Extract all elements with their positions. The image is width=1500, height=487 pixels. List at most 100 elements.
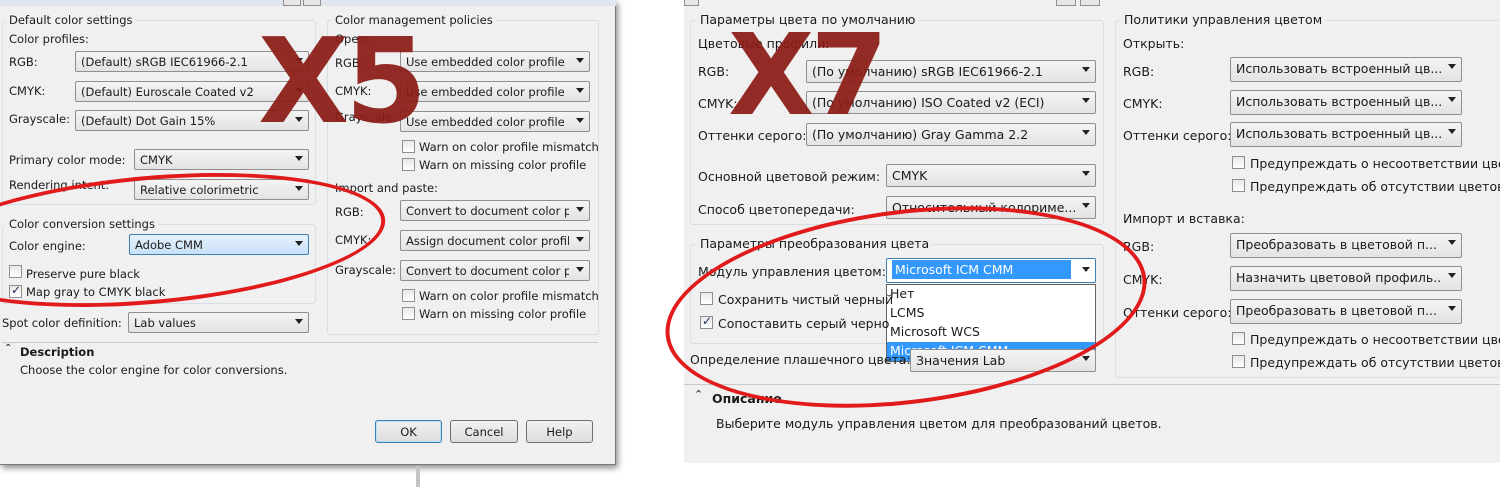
top-button-1[interactable] — [283, 0, 301, 6]
import-grayscale-dropdown[interactable]: Convert to document color p... — [400, 260, 590, 281]
import-grayscale-dropdown[interactable]: Преобразовать в цветовой п... — [1230, 299, 1462, 324]
open-warn-missing-checkbox[interactable] — [402, 158, 415, 171]
primary-color-mode-value: CMYK — [892, 168, 928, 183]
top-button-1[interactable] — [684, 0, 699, 6]
policy-rgb-dropdown[interactable]: Use embedded color profile — [400, 51, 590, 72]
import-cmyk-value: Assign document color profile — [406, 234, 569, 248]
rgb-profile-value: (Default) sRGB IEC61966-2.1 — [81, 55, 248, 69]
chevron-down-icon — [295, 156, 303, 161]
primary-color-mode-label: Основной цветовой режим: — [698, 169, 881, 184]
import-warn-mismatch-label: Предупреждать о несоответствии цвет — [1250, 332, 1500, 347]
policy-rgb-value: Использовать встроенный цв... — [1236, 61, 1441, 76]
import-grayscale-value: Преобразовать в цветовой п... — [1236, 303, 1437, 318]
primary-color-mode-label: Primary color mode: — [9, 153, 126, 167]
chevron-down-icon — [1448, 64, 1456, 69]
chevron-up-icon[interactable]: ⌃ — [694, 388, 703, 401]
open-warn-missing-label: Предупреждать об отсутствии цветово — [1250, 179, 1500, 194]
ok-button[interactable]: OK — [375, 420, 442, 443]
policy-grayscale-label: Оттенки серого: — [1123, 128, 1232, 143]
grayscale-label: Grayscale: — [9, 112, 70, 126]
policy-grayscale-dropdown[interactable]: Использовать встроенный цв... — [1230, 122, 1462, 147]
import-rgb-value: Преобразовать в цветовой п... — [1236, 237, 1437, 252]
import-warn-mismatch-checkbox[interactable] — [1232, 332, 1245, 345]
color-management-policies-title: Политики управления цветом — [1121, 12, 1326, 27]
import-warn-missing-label: Warn on missing color profile — [419, 307, 587, 321]
policy-rgb-label: RGB: — [1123, 64, 1155, 79]
import-paste-label: Импорт и вставка: — [1123, 211, 1245, 226]
cmyk-profile-value: (Default) Euroscale Coated v2 — [81, 85, 254, 99]
open-warn-missing-label: Warn on missing color profile — [419, 158, 587, 172]
policy-cmyk-value: Использовать встроенный цв... — [1236, 94, 1441, 109]
spot-color-definition-value: Lab values — [134, 316, 196, 330]
rgb-label: RGB: — [9, 55, 38, 69]
import-warn-mismatch-label: Warn on color profile mismatch — [419, 289, 599, 303]
import-rgb-value: Convert to document color p... — [406, 204, 569, 218]
open-label: Открыть: — [1123, 36, 1185, 51]
policy-cmyk-dropdown[interactable]: Использовать встроенный цв... — [1230, 90, 1462, 115]
top-button-2[interactable] — [303, 0, 321, 6]
import-grayscale-label: Оттенки серого: — [1123, 305, 1232, 320]
spot-color-definition-dropdown[interactable]: Lab values — [128, 312, 309, 333]
policy-cmyk-value: Use embedded color profile — [406, 85, 565, 99]
x7-version-mark: X7 — [728, 11, 888, 141]
import-cmyk-value: Назначить цветовой профиль... — [1236, 270, 1441, 285]
description-title: Description — [20, 345, 95, 359]
top-button-2[interactable] — [1056, 0, 1076, 6]
chevron-down-icon — [1082, 130, 1090, 135]
chevron-down-icon — [576, 267, 584, 272]
import-warn-missing-checkbox[interactable] — [402, 307, 415, 320]
chevron-down-icon — [1448, 97, 1456, 102]
import-grayscale-value: Convert to document color p... — [406, 264, 569, 278]
x5-version-mark: X5 — [258, 12, 427, 150]
primary-color-mode-dropdown[interactable]: CMYK — [886, 164, 1096, 187]
description-divider — [2, 342, 598, 343]
connector-line — [416, 466, 420, 487]
import-rgb-dropdown[interactable]: Преобразовать в цветовой п... — [1230, 233, 1462, 258]
chevron-down-icon — [1448, 240, 1456, 245]
import-warn-missing-label: Предупреждать об отсутствии цветово — [1250, 355, 1500, 370]
chevron-down-icon — [576, 88, 584, 93]
chevron-down-icon — [1448, 306, 1456, 311]
import-cmyk-dropdown[interactable]: Назначить цветовой профиль... — [1230, 266, 1462, 291]
chevron-down-icon — [576, 118, 584, 123]
spot-color-definition-label: Spot color definition: — [2, 316, 122, 330]
open-warn-mismatch-label: Предупреждать о несоответствии цвет — [1250, 156, 1500, 171]
import-warn-mismatch-checkbox[interactable] — [402, 289, 415, 302]
policy-grayscale-value: Использовать встроенный цв... — [1236, 126, 1441, 141]
top-button-3[interactable] — [1080, 0, 1100, 6]
primary-color-mode-value: CMYK — [140, 153, 173, 167]
rendering-intent-label: Способ цветопередачи: — [698, 202, 855, 217]
chevron-up-icon[interactable]: ⌃ — [4, 343, 12, 354]
description-text: Выберите модуль управления цветом для пр… — [716, 416, 1162, 431]
chevron-down-icon — [1448, 273, 1456, 278]
description-text: Choose the color engine for color conver… — [20, 363, 288, 377]
chevron-down-icon — [1082, 203, 1090, 208]
primary-color-mode-dropdown[interactable]: CMYK — [134, 149, 309, 170]
chevron-down-icon — [1082, 171, 1090, 176]
cancel-button[interactable]: Cancel — [450, 420, 518, 443]
import-warn-missing-checkbox[interactable] — [1232, 355, 1245, 368]
open-warn-missing-checkbox[interactable] — [1232, 179, 1245, 192]
import-cmyk-dropdown[interactable]: Assign document color profile — [400, 230, 590, 251]
import-grayscale-label: Grayscale: — [335, 263, 396, 277]
policy-grayscale-dropdown[interactable]: Use embedded color profile — [400, 111, 590, 132]
chevron-down-icon — [1082, 67, 1090, 72]
rgb-label: RGB: — [698, 64, 730, 79]
chevron-down-icon — [576, 58, 584, 63]
color-profiles-label: Color profiles: — [9, 32, 89, 46]
policy-rgb-dropdown[interactable]: Использовать встроенный цв... — [1230, 57, 1462, 82]
policy-rgb-value: Use embedded color profile — [406, 55, 565, 69]
import-rgb-dropdown[interactable]: Convert to document color p... — [400, 200, 590, 221]
chevron-down-icon — [1082, 98, 1090, 103]
help-button[interactable]: Help — [526, 420, 593, 443]
open-warn-mismatch-label: Warn on color profile mismatch — [419, 140, 599, 154]
open-warn-mismatch-checkbox[interactable] — [1232, 156, 1245, 169]
policy-cmyk-dropdown[interactable]: Use embedded color profile — [400, 81, 590, 102]
default-color-settings-title: Default color settings — [6, 13, 136, 27]
chevron-down-icon — [295, 319, 303, 324]
grayscale-profile-value: (Default) Dot Gain 15% — [81, 114, 216, 128]
policy-cmyk-label: CMYK: — [1123, 96, 1163, 111]
chevron-down-icon — [576, 207, 584, 212]
chevron-down-icon — [576, 237, 584, 242]
cmyk-label: CMYK: — [9, 84, 46, 98]
